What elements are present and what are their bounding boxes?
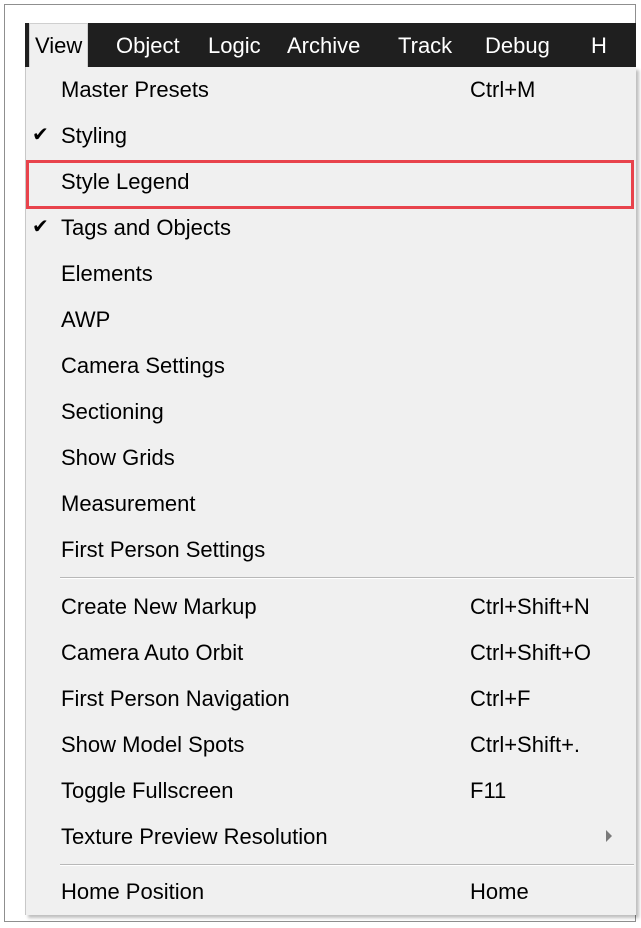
menu-item-label: Measurement [61, 491, 196, 516]
view-menu-dropdown: Master Presets Ctrl+M ✔ Styling Style Le… [25, 67, 636, 915]
menu-item-shortcut: Ctrl+Shift+O [470, 640, 592, 665]
menu-item-label: First Person Settings [61, 537, 266, 562]
menu-item-label: Create New Markup [61, 594, 257, 619]
menu-item-camera-auto-orbit[interactable]: Camera Auto Orbit Ctrl+Shift+O [26, 630, 637, 676]
menu-item-shortcut: F11 [470, 778, 507, 803]
menu-archive[interactable]: Archive [287, 23, 360, 67]
menu-item-label: Texture Preview Resolution [61, 824, 328, 849]
menu-item-shortcut: Ctrl+Shift+. [470, 732, 581, 757]
menu-item-master-presets[interactable]: Master Presets Ctrl+M [26, 67, 637, 113]
menu-separator [60, 864, 634, 866]
menu-bar: View Object Logic Archive Track Debug H [25, 23, 636, 67]
menu-item-elements[interactable]: Elements [26, 251, 637, 297]
submenu-arrow-icon [606, 830, 612, 842]
menu-item-label: Styling [61, 123, 128, 148]
menu-item-label: Tags and Objects [61, 215, 231, 240]
menu-item-label: Camera Settings [61, 353, 225, 378]
menu-item-first-person-settings[interactable]: First Person Settings [26, 527, 637, 573]
menu-item-shortcut: Ctrl+Shift+N [470, 594, 590, 619]
menu-item-sectioning[interactable]: Sectioning [26, 389, 637, 435]
menu-item-style-legend[interactable]: Style Legend [26, 159, 637, 205]
menu-item-label: Home Position [61, 879, 205, 904]
menu-logic[interactable]: Logic [208, 23, 261, 67]
menu-item-first-person-navigation[interactable]: First Person Navigation Ctrl+F [26, 676, 637, 722]
menu-item-label: Toggle Fullscreen [61, 778, 234, 803]
menu-item-show-grids[interactable]: Show Grids [26, 435, 637, 481]
menu-help[interactable]: H [591, 23, 607, 67]
menu-item-shortcut: Ctrl+F [470, 686, 531, 711]
menu-item-create-new-markup[interactable]: Create New Markup Ctrl+Shift+N [26, 584, 637, 630]
menu-item-home-position[interactable]: Home Position Home [26, 869, 637, 915]
check-icon: ✔ [32, 124, 49, 146]
menu-object[interactable]: Object [116, 23, 180, 67]
menu-item-label: Master Presets [61, 77, 209, 102]
menu-item-label: Style Legend [61, 169, 190, 194]
menu-item-label: AWP [61, 307, 111, 332]
menu-item-tags-and-objects[interactable]: ✔ Tags and Objects [26, 205, 637, 251]
menu-item-label: Elements [61, 261, 153, 286]
menu-item-shortcut: Ctrl+M [470, 77, 536, 102]
menu-item-label: First Person Navigation [61, 686, 290, 711]
menu-item-styling[interactable]: ✔ Styling [26, 113, 637, 159]
menu-item-label: Show Grids [61, 445, 175, 470]
menu-debug[interactable]: Debug [485, 23, 550, 67]
menu-item-label: Camera Auto Orbit [61, 640, 244, 665]
menu-item-label: Sectioning [61, 399, 164, 424]
menu-track[interactable]: Track [398, 23, 452, 67]
menu-item-awp[interactable]: AWP [26, 297, 637, 343]
menu-item-show-model-spots[interactable]: Show Model Spots Ctrl+Shift+. [26, 722, 637, 768]
menu-item-label: Show Model Spots [61, 732, 245, 757]
menu-view[interactable]: View [29, 23, 89, 67]
menu-item-shortcut: Home [470, 879, 529, 904]
check-icon: ✔ [32, 216, 49, 238]
menu-separator [60, 577, 634, 579]
menu-item-texture-preview-resolution[interactable]: Texture Preview Resolution [26, 814, 637, 860]
menu-item-measurement[interactable]: Measurement [26, 481, 637, 527]
menu-item-toggle-fullscreen[interactable]: Toggle Fullscreen F11 [26, 768, 637, 814]
menu-item-camera-settings[interactable]: Camera Settings [26, 343, 637, 389]
